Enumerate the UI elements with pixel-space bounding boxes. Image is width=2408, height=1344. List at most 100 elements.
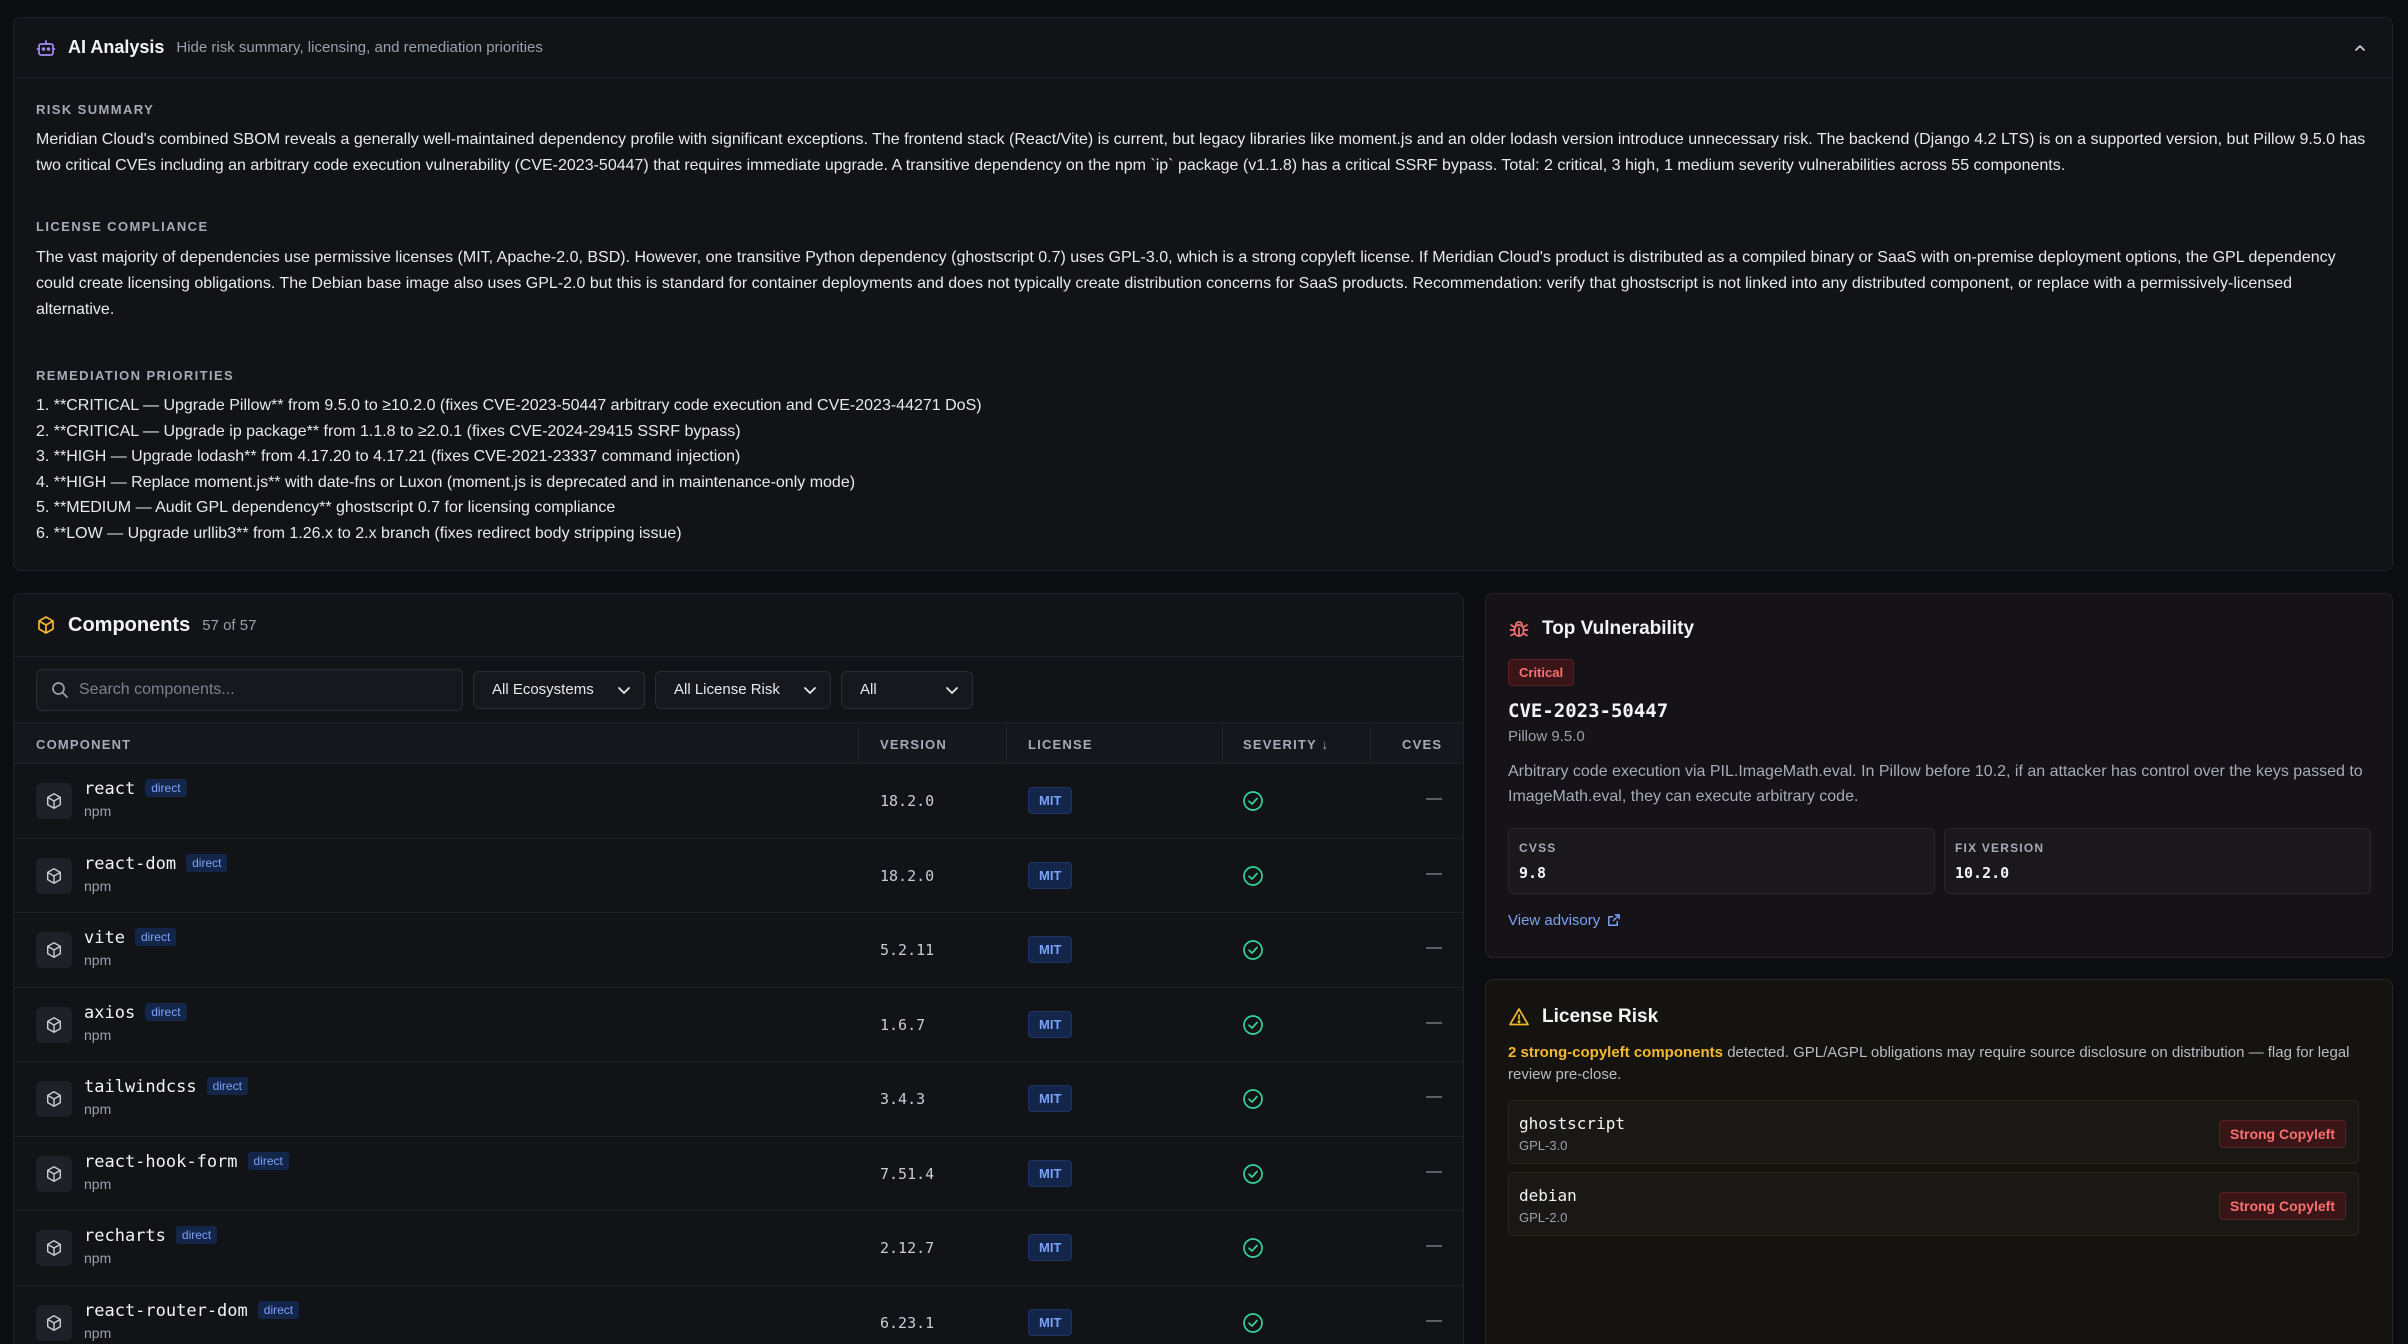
direct-badge: direct xyxy=(134,928,177,946)
component-ecosystem: npm xyxy=(84,803,112,819)
bug-icon xyxy=(1508,618,1530,640)
remediation-item: 2. **CRITICAL — Upgrade ip package** fro… xyxy=(36,422,741,440)
package-icon xyxy=(36,1304,72,1341)
license-risk-title: License Risk xyxy=(1542,1006,1659,1027)
license-badge: MIT xyxy=(1028,1308,1073,1336)
component-ecosystem: npm xyxy=(84,1250,112,1266)
ai-analysis-title: AI Analysis xyxy=(68,37,165,57)
component-name[interactable]: recharts xyxy=(84,1226,166,1246)
direct-badge: direct xyxy=(247,1151,289,1170)
table-row[interactable]: react-router-dom direct npm 6.23.1 MIT — xyxy=(14,1286,1463,1344)
check-circle-icon xyxy=(1242,1163,1264,1185)
components-count: 57 of 57 xyxy=(202,616,257,634)
fix-version-value: 10.2.0 xyxy=(1955,864,2010,882)
filter-bar: All Ecosystems All License Risk All xyxy=(14,656,1463,722)
column-license[interactable]: LICENSE xyxy=(1028,737,1093,752)
column-severity[interactable]: SEVERITY ↓ xyxy=(1243,737,1329,752)
risk-summary-label: RISK SUMMARY xyxy=(36,102,155,117)
ai-analysis-subtitle[interactable]: Hide risk summary, licensing, and remedi… xyxy=(176,39,543,56)
table-row[interactable]: react-hook-form direct npm 7.51.4 MIT — xyxy=(14,1137,1463,1211)
column-version[interactable]: VERSION xyxy=(880,737,947,752)
license-item[interactable]: debian GPL-2.0 Strong Copyleft xyxy=(1508,1172,2359,1236)
license-item-name: ghostscript xyxy=(1519,1114,1625,1133)
table-row[interactable]: tailwindcss direct npm 3.4.3 MIT — xyxy=(14,1062,1463,1137)
component-name[interactable]: react-hook-form xyxy=(84,1152,238,1172)
search-icon xyxy=(51,681,69,699)
remediation-item: 6. **LOW — Upgrade urllib3** from 1.26.x… xyxy=(36,524,682,542)
cve-count: — xyxy=(1426,1237,1442,1254)
license-risk-select-value: All License Risk xyxy=(674,681,780,698)
table-row[interactable]: react-dom direct npm 18.2.0 MIT — xyxy=(14,839,1463,913)
license-badge: MIT xyxy=(1028,1159,1073,1187)
remediation-item: 4. **HIGH — Replace moment.js** with dat… xyxy=(36,473,856,491)
license-badge: MIT xyxy=(1028,1234,1073,1261)
table-body: react direct npm 18.2.0 MIT — react-dom di… xyxy=(14,764,1463,1344)
direct-badge: direct xyxy=(145,1002,187,1021)
cve-count: — xyxy=(1426,1013,1442,1031)
table-row[interactable]: vite direct npm 5.2.11 MIT — xyxy=(14,913,1463,988)
component-name[interactable]: react-router-dom xyxy=(84,1301,248,1321)
component-ecosystem: npm xyxy=(84,1101,112,1117)
remediation-item: 5. **MEDIUM — Audit GPL dependency** gho… xyxy=(36,499,616,517)
remediation-item: 3. **HIGH — Upgrade lodash** from 4.17.2… xyxy=(36,448,741,466)
ecosystem-select-value: All Ecosystems xyxy=(492,681,594,698)
package-icon xyxy=(36,1155,72,1192)
remediation-priorities-label: REMEDIATION PRIORITIES xyxy=(36,368,235,383)
affected-package: Pillow 9.5.0 xyxy=(1508,728,1585,745)
table-row[interactable]: axios direct npm 1.6.7 MIT — xyxy=(14,988,1463,1062)
cve-id: CVE-2023-50447 xyxy=(1508,700,1669,722)
direct-badge: direct xyxy=(206,1077,248,1095)
check-circle-icon xyxy=(1242,1088,1264,1110)
license-item-license: GPL-2.0 xyxy=(1519,1210,1568,1225)
package-icon xyxy=(36,783,72,819)
ai-analysis-panel: AI Analysis Hide risk summary, licensing… xyxy=(13,17,2393,571)
license-badge: MIT xyxy=(1028,936,1073,963)
search-input[interactable] xyxy=(79,680,439,699)
license-item[interactable]: ghostscript GPL-3.0 Strong Copyleft xyxy=(1508,1100,2359,1164)
component-name[interactable]: tailwindcss xyxy=(84,1077,197,1097)
copyleft-badge: Strong Copyleft xyxy=(2219,1120,2346,1148)
license-badge: MIT xyxy=(1028,1010,1073,1038)
component-version: 3.4.3 xyxy=(880,1090,926,1108)
license-risk-select[interactable]: All License Risk xyxy=(655,670,831,709)
ecosystem-select[interactable]: All Ecosystems xyxy=(473,670,645,709)
component-version: 1.6.7 xyxy=(880,1015,926,1034)
cve-count: — xyxy=(1426,939,1442,956)
direct-badge: direct xyxy=(175,1226,218,1244)
view-advisory-link[interactable]: View advisory xyxy=(1508,912,1621,929)
remediation-item: 1. **CRITICAL — Upgrade Pillow** from 9.… xyxy=(36,397,982,414)
chevron-down-icon xyxy=(800,680,820,700)
component-version: 18.2.0 xyxy=(880,866,935,885)
top-vulnerability-title: Top Vulnerability xyxy=(1542,618,1695,639)
column-component[interactable]: COMPONENT xyxy=(36,737,131,752)
search-box[interactable] xyxy=(36,668,463,711)
component-version: 7.51.4 xyxy=(880,1164,935,1183)
chevron-down-icon xyxy=(614,680,634,700)
component-name[interactable]: react-dom xyxy=(84,854,176,874)
view-advisory-label: View advisory xyxy=(1508,912,1601,929)
fix-version-box: FIX VERSION 10.2.0 xyxy=(1944,828,2371,894)
component-name[interactable]: axios xyxy=(84,1003,135,1023)
cve-count: — xyxy=(1426,864,1442,882)
ai-analysis-header[interactable]: AI Analysis Hide risk summary, licensing… xyxy=(14,18,2392,78)
external-link-icon xyxy=(1606,913,1621,928)
severity-select-value: All xyxy=(860,681,877,698)
component-ecosystem: npm xyxy=(84,877,112,894)
severity-select[interactable]: All xyxy=(841,670,973,709)
cvss-value: 9.8 xyxy=(1519,864,1547,882)
table-row[interactable]: react direct npm 18.2.0 MIT — xyxy=(14,764,1463,839)
column-cves[interactable]: CVES xyxy=(1402,737,1442,752)
vulnerability-description: Arbitrary code execution via PIL.ImageMa… xyxy=(1508,763,2363,805)
cve-count: — xyxy=(1426,790,1442,807)
table-row[interactable]: recharts direct npm 2.12.7 MIT — xyxy=(14,1211,1463,1286)
copyleft-badge: Strong Copyleft xyxy=(2219,1192,2346,1220)
license-item-license: GPL-3.0 xyxy=(1519,1138,1568,1153)
license-risk-panel: License Risk 2 strong-copyleft component… xyxy=(1485,979,2393,1344)
component-name[interactable]: vite xyxy=(84,928,125,948)
risk-summary-text: Meridian Cloud's combined SBOM reveals a… xyxy=(36,131,2366,174)
check-circle-icon xyxy=(1242,939,1264,961)
chevron-up-icon[interactable] xyxy=(2350,38,2370,58)
component-version: 2.12.7 xyxy=(880,1239,935,1257)
check-circle-icon xyxy=(1242,865,1264,887)
component-name[interactable]: react xyxy=(84,779,135,799)
